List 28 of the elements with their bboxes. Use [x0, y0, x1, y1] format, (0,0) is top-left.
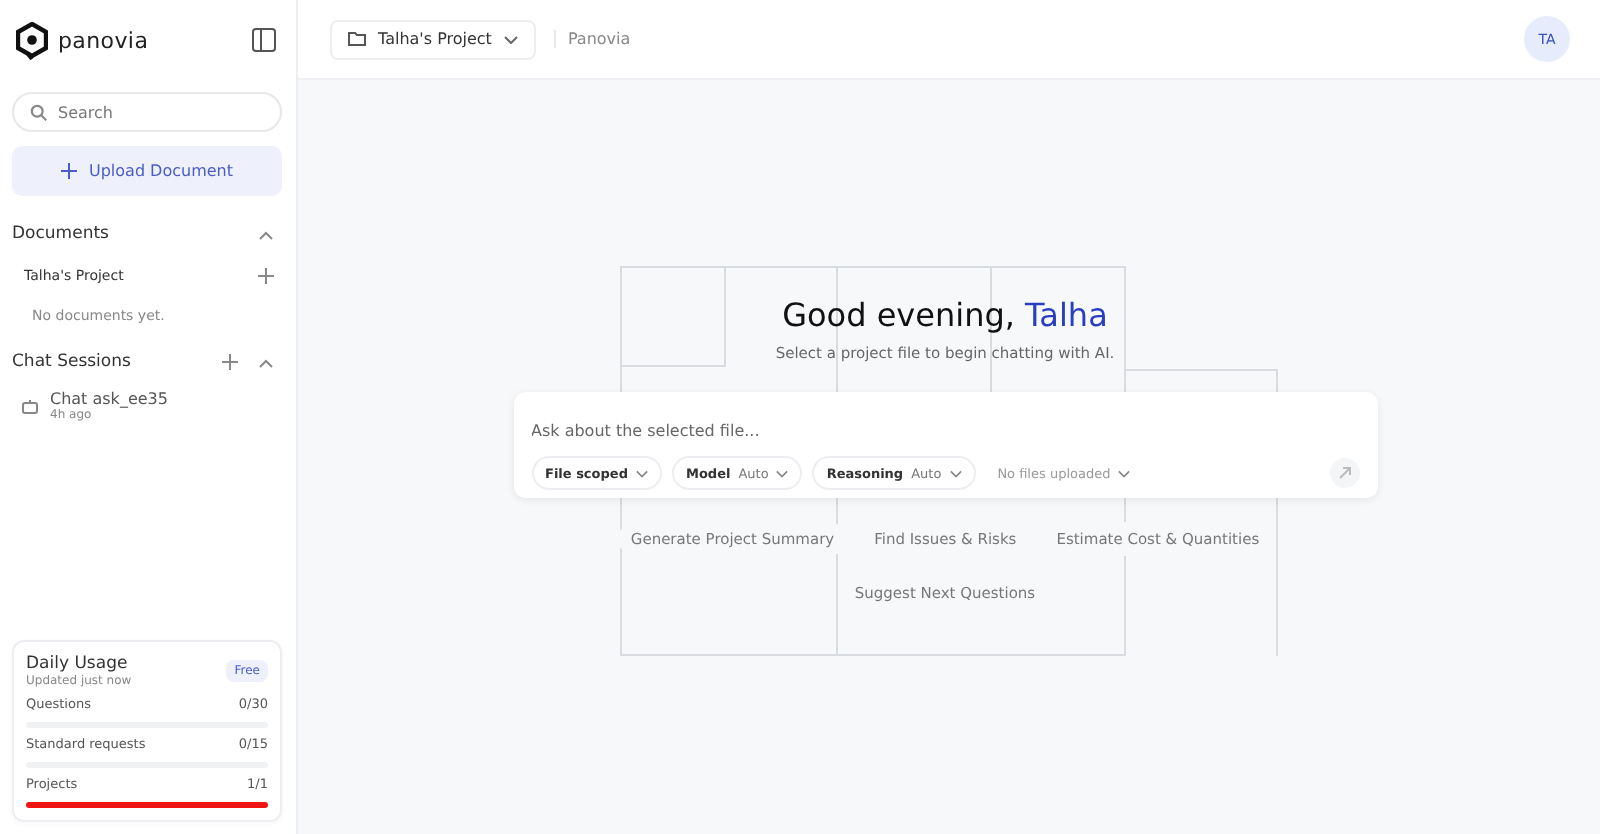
- greeting-heading: Good evening, Talha: [782, 296, 1108, 334]
- chat-session-item[interactable]: Chat ask_ee35: [50, 390, 168, 408]
- chevron-down-icon: [949, 469, 962, 477]
- usage-title: Daily Usage: [26, 654, 130, 674]
- upload-document-button[interactable]: Upload Document: [12, 146, 282, 196]
- chevron-down-icon: [635, 469, 648, 477]
- arrow-icon: [1337, 466, 1351, 480]
- search-icon: [30, 104, 48, 122]
- section-title: Documents: [12, 224, 109, 244]
- chevron-down-icon: [776, 469, 789, 477]
- search-field[interactable]: Search: [12, 92, 282, 132]
- sidebar-toggle-icon[interactable]: [252, 28, 276, 52]
- logo-text: panovia: [58, 27, 149, 53]
- chevron-icon[interactable]: [258, 357, 274, 367]
- message-input[interactable]: Ask about the selected file...: [531, 422, 931, 440]
- chat-bot-icon: [22, 399, 38, 413]
- grid-line: [620, 266, 726, 367]
- logo-icon: [16, 21, 48, 59]
- plus-icon[interactable]: [222, 354, 238, 370]
- plus-icon: [60, 162, 79, 180]
- project-selector[interactable]: Talha's Project: [330, 19, 536, 59]
- plus-icon[interactable]: [258, 268, 274, 284]
- chevron-down-icon: [503, 35, 518, 43]
- section-title: Chat Sessions: [12, 352, 131, 372]
- folder-icon: [348, 32, 366, 46]
- chevron-down-icon: [1118, 469, 1131, 477]
- chevron-icon[interactable]: [258, 229, 274, 239]
- breadcrumb: Panovia: [553, 30, 631, 48]
